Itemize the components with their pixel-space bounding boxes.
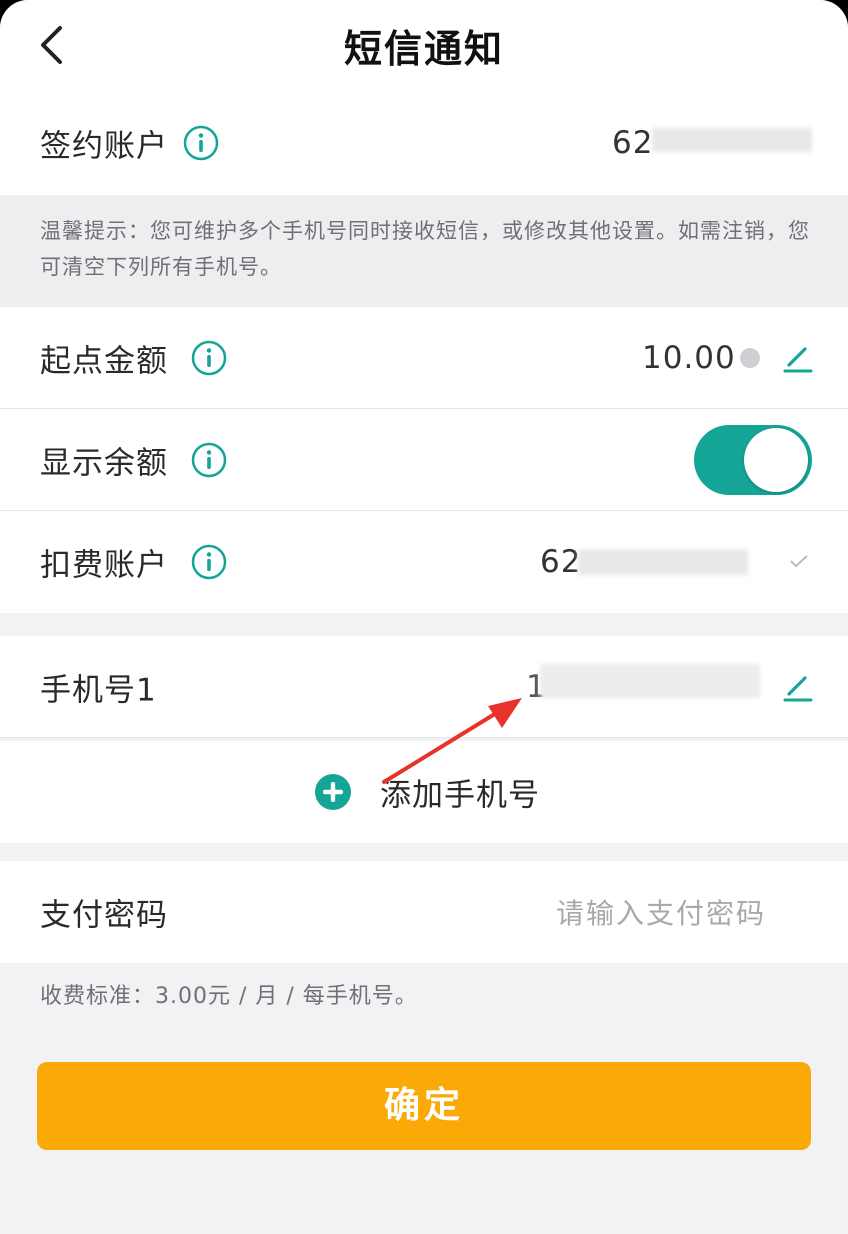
screen: 短信通知 签约账户 62 温馨提示：您可维护多个手机号同时接收短信，或修改其他设… bbox=[0, 0, 848, 1234]
toggle-knob bbox=[744, 428, 808, 492]
info-icon[interactable] bbox=[190, 339, 228, 377]
phone1-label: 手机号1 bbox=[40, 672, 157, 709]
threshold-label: 起点金额 bbox=[40, 343, 168, 380]
pay-password-row: 支付密码 请输入支付密码 bbox=[0, 861, 848, 963]
show-balance-toggle[interactable] bbox=[694, 425, 812, 495]
redaction-mask bbox=[578, 549, 748, 575]
tip-band: 温馨提示：您可维护多个手机号同时接收短信，或修改其他设置。如需注销，您可清空下列… bbox=[0, 195, 848, 307]
pay-password-input[interactable]: 请输入支付密码 bbox=[556, 892, 766, 932]
debit-account-label: 扣费账户 bbox=[40, 547, 168, 584]
show-balance-label: 显示余额 bbox=[40, 445, 168, 482]
signing-account-row: 签约账户 62 bbox=[0, 90, 848, 195]
add-circle-icon[interactable] bbox=[314, 773, 352, 811]
info-icon[interactable] bbox=[190, 543, 228, 581]
redaction-mask bbox=[652, 128, 812, 152]
threshold-value: 10.00 bbox=[642, 340, 736, 376]
debit-account-value: 62 bbox=[540, 544, 582, 580]
threshold-row[interactable]: 起点金额 10.00 bbox=[0, 307, 848, 409]
signing-account-label: 签约账户 bbox=[40, 128, 168, 164]
redaction-mask bbox=[540, 664, 760, 698]
annotation-arrow-icon bbox=[382, 698, 522, 784]
debit-account-row[interactable]: 扣费账户 62 bbox=[0, 511, 848, 613]
info-icon[interactable] bbox=[182, 124, 220, 162]
check-icon bbox=[790, 555, 808, 568]
signing-account-value: 62 bbox=[612, 124, 654, 161]
show-balance-row: 显示余额 bbox=[0, 409, 848, 511]
confirm-button[interactable]: 确定 bbox=[37, 1062, 811, 1150]
info-icon[interactable] bbox=[190, 441, 228, 479]
page-title: 短信通知 bbox=[343, 27, 504, 71]
clear-dot-icon[interactable] bbox=[740, 348, 760, 368]
fee-note: 收费标准：3.00元 / 月 / 每手机号。 bbox=[40, 984, 418, 1009]
edit-icon[interactable] bbox=[783, 343, 813, 373]
tip-text: 温馨提示：您可维护多个手机号同时接收短信，或修改其他设置。如需注销，您可清空下列… bbox=[40, 219, 810, 279]
pay-password-label: 支付密码 bbox=[40, 897, 168, 934]
navbar: 短信通知 bbox=[0, 0, 848, 90]
edit-icon[interactable] bbox=[783, 672, 813, 702]
